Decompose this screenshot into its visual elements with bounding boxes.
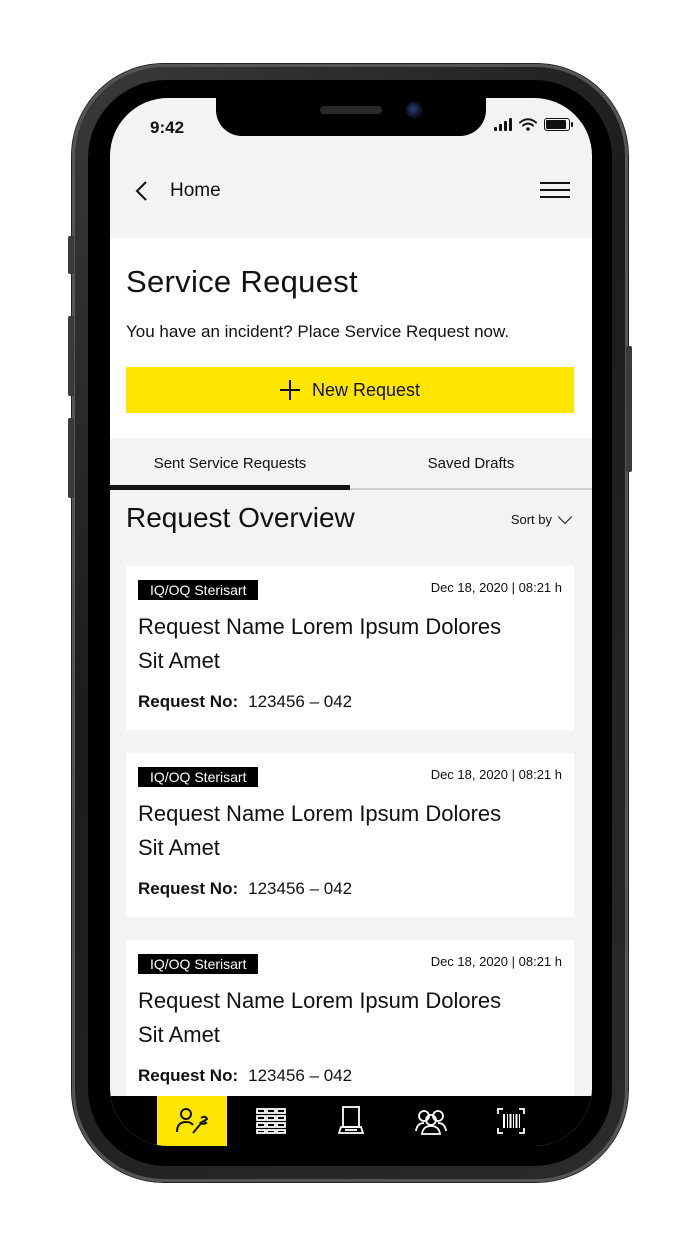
status-time: 9:42	[150, 118, 185, 137]
tab-sent-service-requests[interactable]: Sent Service Requests	[110, 438, 350, 490]
request-number: Request No: 123456 – 042	[138, 692, 352, 712]
request-name: Request Name Lorem Ipsum Dolores Sit Ame…	[138, 614, 502, 673]
request-number-value: 123456 – 042	[248, 692, 353, 711]
wifi-icon	[519, 118, 537, 131]
sort-by-dropdown[interactable]: Sort by	[510, 509, 573, 527]
request-number-label: Request No:	[138, 692, 239, 711]
request-number: Request No: 123456 – 042	[138, 879, 352, 899]
product-tag: IQ/OQ Sterisart	[138, 580, 259, 600]
request-card[interactable]: IQ/OQ Sterisart Dec 18, 2020 | 08:21 h R…	[126, 566, 574, 730]
request-name: Request Name Lorem Ipsum Dolores Sit Ame…	[138, 801, 502, 860]
bottom-navigation	[110, 1096, 592, 1146]
request-number-label: Request No:	[138, 879, 239, 898]
mute-switch	[68, 236, 74, 274]
request-card[interactable]: IQ/OQ Sterisart Dec 18, 2020 | 08:21 h R…	[126, 753, 574, 917]
product-tag: IQ/OQ Sterisart	[138, 954, 259, 974]
group-icon	[415, 1110, 447, 1135]
new-request-label: New Request	[311, 379, 421, 400]
page-title: Service Request	[126, 264, 358, 299]
back-chevron-icon[interactable]	[132, 181, 152, 201]
page-subtitle: You have an incident? Place Service Requ…	[126, 322, 510, 341]
app-screen: 9:42 Home Service Request You have an in…	[110, 98, 592, 1146]
request-number-label: Request No:	[138, 1066, 239, 1085]
battery-icon	[544, 118, 573, 131]
sort-by-label: Sort by	[510, 512, 552, 527]
device-icon	[337, 1106, 365, 1134]
cellular-signal-icon	[494, 118, 512, 131]
back-home-link[interactable]: Home	[170, 180, 221, 202]
power-button	[626, 346, 632, 472]
request-date: Dec 18, 2020 | 08:21 h	[430, 580, 562, 595]
front-camera	[406, 102, 422, 118]
grid-list-icon	[256, 1108, 286, 1134]
new-request-button[interactable]: New Request	[126, 367, 574, 413]
service-request-header: Service Request You have an incident? Pl…	[110, 238, 592, 438]
speaker	[320, 106, 382, 114]
request-name: Request Name Lorem Ipsum Dolores Sit Ame…	[138, 988, 502, 1047]
plus-icon	[279, 380, 300, 400]
nav-devices[interactable]	[316, 1096, 386, 1146]
product-tag: IQ/OQ Sterisart	[138, 767, 259, 787]
chevron-down-icon	[557, 509, 573, 525]
notch	[216, 98, 486, 136]
volume-down-button	[68, 418, 74, 498]
request-date: Dec 18, 2020 | 08:21 h	[430, 767, 562, 782]
request-date: Dec 18, 2020 | 08:21 h	[430, 954, 562, 969]
top-bar: Home	[110, 168, 592, 238]
request-number-value: 123456 – 042	[248, 1066, 353, 1085]
section-title: Request Overview	[126, 502, 355, 533]
nav-catalog[interactable]	[236, 1096, 306, 1146]
nav-scanner[interactable]	[476, 1096, 546, 1146]
nav-service-tools[interactable]	[157, 1096, 227, 1146]
request-tabs: Sent Service Requests Saved Drafts	[110, 438, 592, 490]
nav-community[interactable]	[396, 1096, 466, 1146]
service-tools-icon	[176, 1108, 209, 1134]
barcode-icon	[497, 1108, 525, 1134]
request-number-value: 123456 – 042	[248, 879, 353, 898]
hamburger-menu-icon[interactable]	[540, 182, 570, 198]
status-icons	[494, 118, 573, 131]
request-number: Request No: 123456 – 042	[138, 1066, 352, 1086]
volume-up-button	[68, 316, 74, 396]
request-card[interactable]: IQ/OQ Sterisart Dec 18, 2020 | 08:21 h R…	[126, 940, 574, 1104]
tab-saved-drafts[interactable]: Saved Drafts	[350, 438, 592, 488]
